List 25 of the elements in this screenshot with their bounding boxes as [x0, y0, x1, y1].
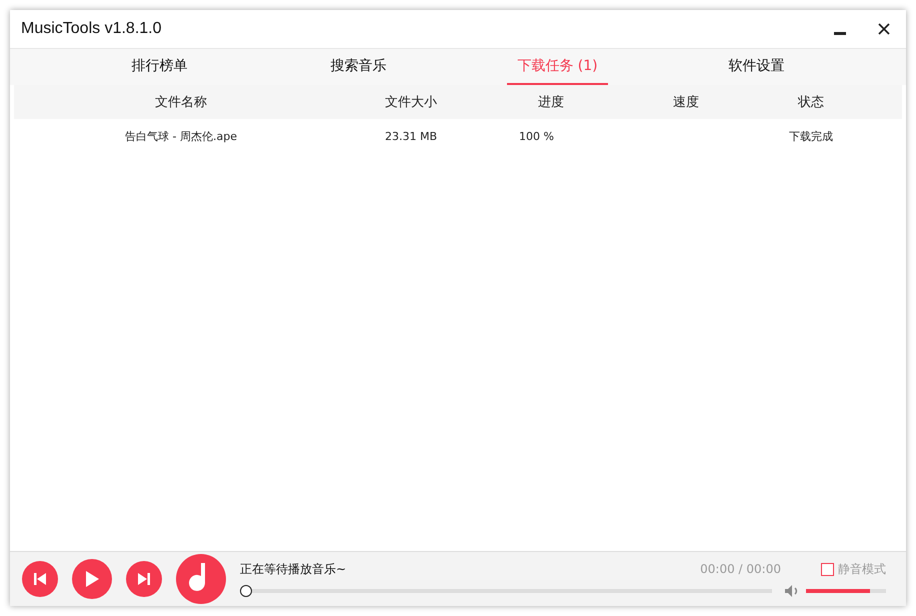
close-icon [877, 22, 891, 36]
tab[interactable]: 排行榜单 [122, 49, 198, 85]
column-header: 文件名称 [154, 94, 208, 111]
column-header: 速度 [672, 94, 700, 111]
next-button[interactable] [126, 561, 162, 597]
previous-button[interactable] [22, 561, 58, 597]
minimize-icon [834, 32, 846, 34]
skip-forward-icon [137, 572, 151, 586]
time-label: 00:00 / 00:00 [700, 562, 781, 576]
tab[interactable]: 软件设置 [718, 49, 794, 85]
column-header: 文件大小 [384, 94, 438, 111]
speaker-icon [784, 584, 800, 598]
skip-back-icon [33, 572, 47, 586]
table-cell: 100 % [519, 130, 554, 142]
table-cell: 23.31 MB [384, 130, 438, 142]
column-header: 进度 [537, 94, 565, 111]
volume-slider[interactable] [806, 588, 886, 592]
play-button[interactable] [72, 559, 112, 599]
tab[interactable]: 搜索音乐 [320, 49, 396, 85]
play-icon [84, 570, 100, 588]
window-title: MusicTools v1.8.1.0 [21, 20, 162, 38]
table-cell: 告白气球 - 周杰伦.ape [125, 130, 237, 142]
column-header: 状态 [796, 94, 825, 111]
playback-status: 正在等待播放音乐~ [240, 560, 348, 578]
table-cell: 下载完成 [789, 130, 833, 142]
